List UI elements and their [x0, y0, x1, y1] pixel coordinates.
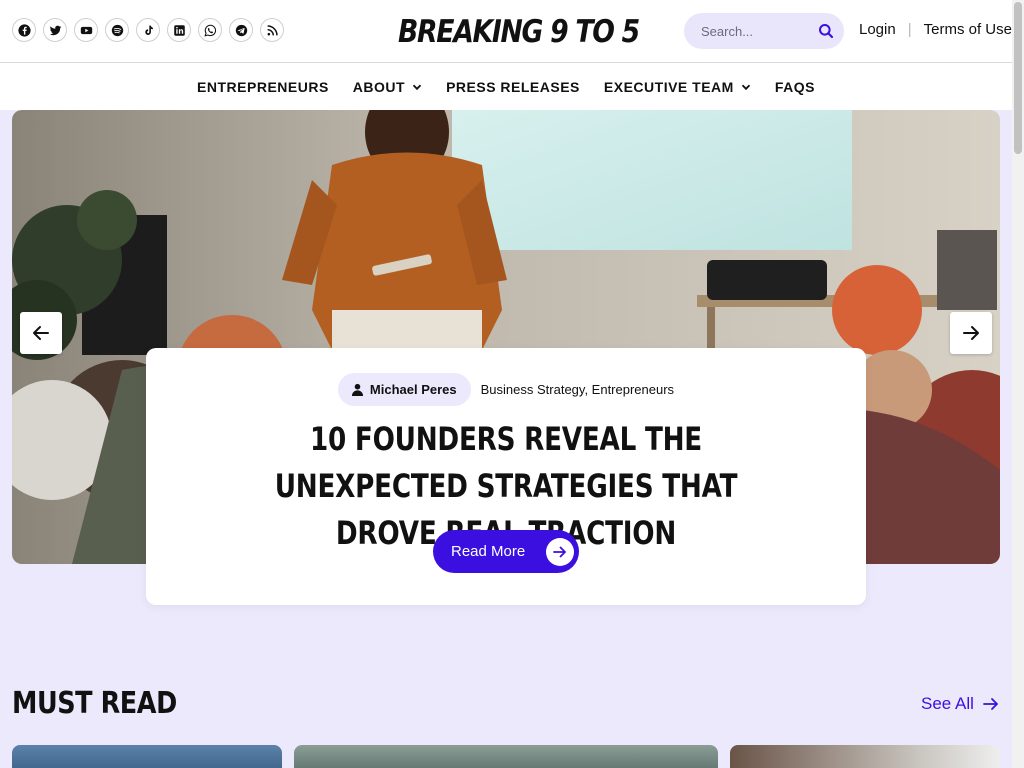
auth-links: Login | Terms of Use: [859, 21, 1012, 38]
slider-prev-button[interactable]: [20, 312, 62, 354]
nav-item-entrepreneurs[interactable]: ENTREPRENEURS: [185, 79, 341, 95]
slider-next-button[interactable]: [950, 312, 992, 354]
whatsapp-icon[interactable]: [198, 18, 222, 42]
featured-article-card: Michael Peres Business Strategy, Entrepr…: [146, 348, 866, 605]
telegram-icon[interactable]: [229, 18, 253, 42]
read-more-button[interactable]: Read More: [433, 530, 579, 573]
search-box: [684, 13, 844, 49]
arrow-right-icon: [983, 698, 998, 710]
nav-item-label: PRESS RELEASES: [446, 79, 580, 95]
author-name: Michael Peres: [369, 382, 457, 397]
chevron-down-icon: [412, 84, 422, 91]
nav-item-press-releases[interactable]: PRESS RELEASES: [434, 79, 592, 95]
arrow-right-icon: [553, 546, 566, 557]
see-all-link[interactable]: See All: [921, 694, 1000, 714]
nav-item-faqs[interactable]: FAQS: [763, 79, 827, 95]
nav-item-about[interactable]: ABOUT: [341, 79, 434, 95]
login-link[interactable]: Login: [859, 21, 896, 38]
arrow-left-icon: [33, 326, 49, 340]
read-more-arrow: [546, 537, 574, 566]
article-thumbnail[interactable]: [730, 745, 1000, 768]
twitter-icon[interactable]: [43, 18, 67, 42]
chevron-down-icon: [741, 84, 750, 91]
search-icon[interactable]: [818, 23, 834, 39]
site-header: BREAKING 9 TO 5 Login | Terms of Use: [0, 0, 1012, 63]
article-categories[interactable]: Business Strategy, Entrepreneurs: [481, 382, 674, 397]
nav-item-label: EXECUTIVE TEAM: [603, 79, 734, 95]
arrow-right-icon: [963, 326, 979, 340]
facebook-icon[interactable]: [12, 18, 36, 42]
nav-item-label: ABOUT: [352, 79, 406, 95]
site-logo[interactable]: BREAKING 9 TO 5: [398, 10, 640, 54]
must-read-heading: MUST READ: [12, 686, 177, 721]
tiktok-icon[interactable]: [136, 18, 160, 42]
nav-item-label: ENTREPRENEURS: [197, 79, 329, 95]
nav-item-label: FAQS: [774, 79, 815, 95]
spotify-icon[interactable]: [105, 18, 129, 42]
article-thumbnail[interactable]: [12, 745, 282, 768]
article-thumbnail[interactable]: [294, 745, 718, 768]
scrollbar-thumb[interactable]: [1014, 2, 1022, 154]
user-icon: [351, 383, 363, 396]
see-all-label: See All: [921, 694, 974, 713]
nav-item-executive-team[interactable]: EXECUTIVE TEAM: [592, 79, 763, 95]
terms-of-use-link[interactable]: Terms of Use: [924, 21, 1012, 38]
auth-separator: |: [907, 21, 912, 38]
rss-icon[interactable]: [260, 18, 284, 42]
linkedin-icon[interactable]: [167, 18, 191, 42]
article-meta: Michael Peres Business Strategy, Entrepr…: [146, 373, 866, 406]
youtube-icon[interactable]: [74, 18, 98, 42]
social-links: [12, 18, 284, 42]
search-input[interactable]: [701, 23, 811, 39]
author-badge[interactable]: Michael Peres: [337, 373, 471, 406]
read-more-label: Read More: [451, 543, 526, 560]
main-nav: ENTREPRENEURS ABOUT PRESS RELEASES EXECU…: [0, 64, 1012, 110]
